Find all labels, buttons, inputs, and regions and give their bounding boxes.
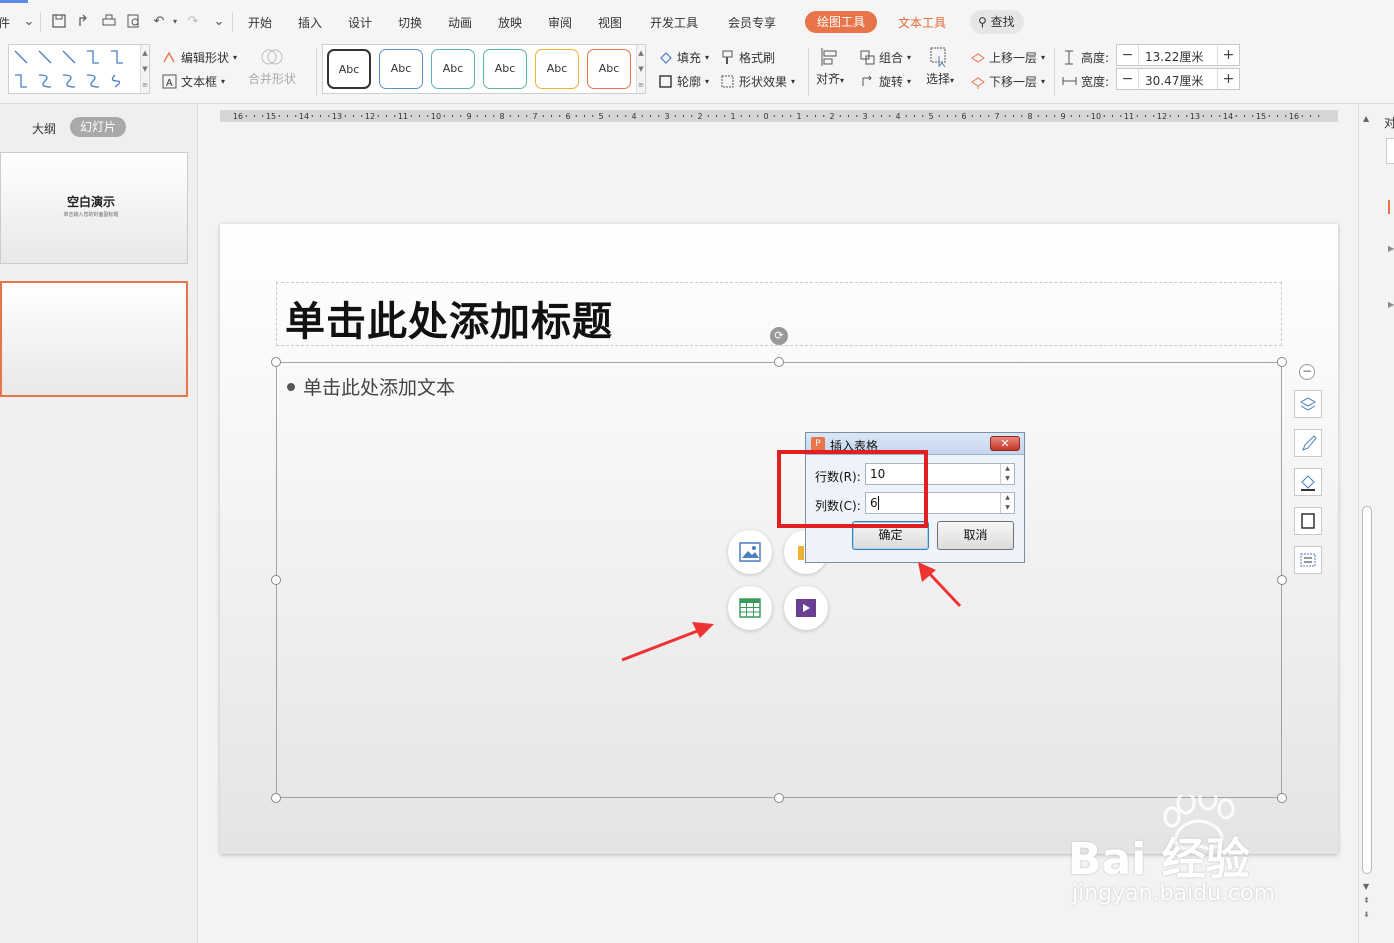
arrow-to-table-icon — [621, 622, 714, 662]
expand-arrow-icon[interactable]: ▶ — [1388, 300, 1394, 309]
panel-label: 对 — [1384, 116, 1394, 130]
vertical-scrollbar[interactable]: ▲ ▼ ⇞ ⇟ — [1362, 114, 1372, 919]
scroll-up-icon[interactable]: ▲ — [1363, 114, 1369, 123]
baidu-watermark: Bai 经验 jingyan.baidu.com — [1068, 787, 1328, 915]
watermark-url: jingyan.baidu.com — [1072, 881, 1276, 906]
separator — [1358, 104, 1359, 943]
page-down-icon[interactable]: ⇟ — [1363, 910, 1370, 919]
panel-tab[interactable] — [1386, 138, 1394, 164]
panel-indicator — [1388, 200, 1394, 214]
expand-arrow-icon[interactable]: ▶ — [1388, 244, 1394, 253]
scrollbar-thumb[interactable] — [1362, 506, 1372, 874]
scroll-down-icon[interactable]: ▼ — [1363, 882, 1369, 891]
page-up-icon[interactable]: ⇞ — [1363, 896, 1370, 905]
watermark-brand: Bai 经验 — [1068, 834, 1250, 885]
arrow-to-ok-button-icon — [918, 562, 962, 608]
